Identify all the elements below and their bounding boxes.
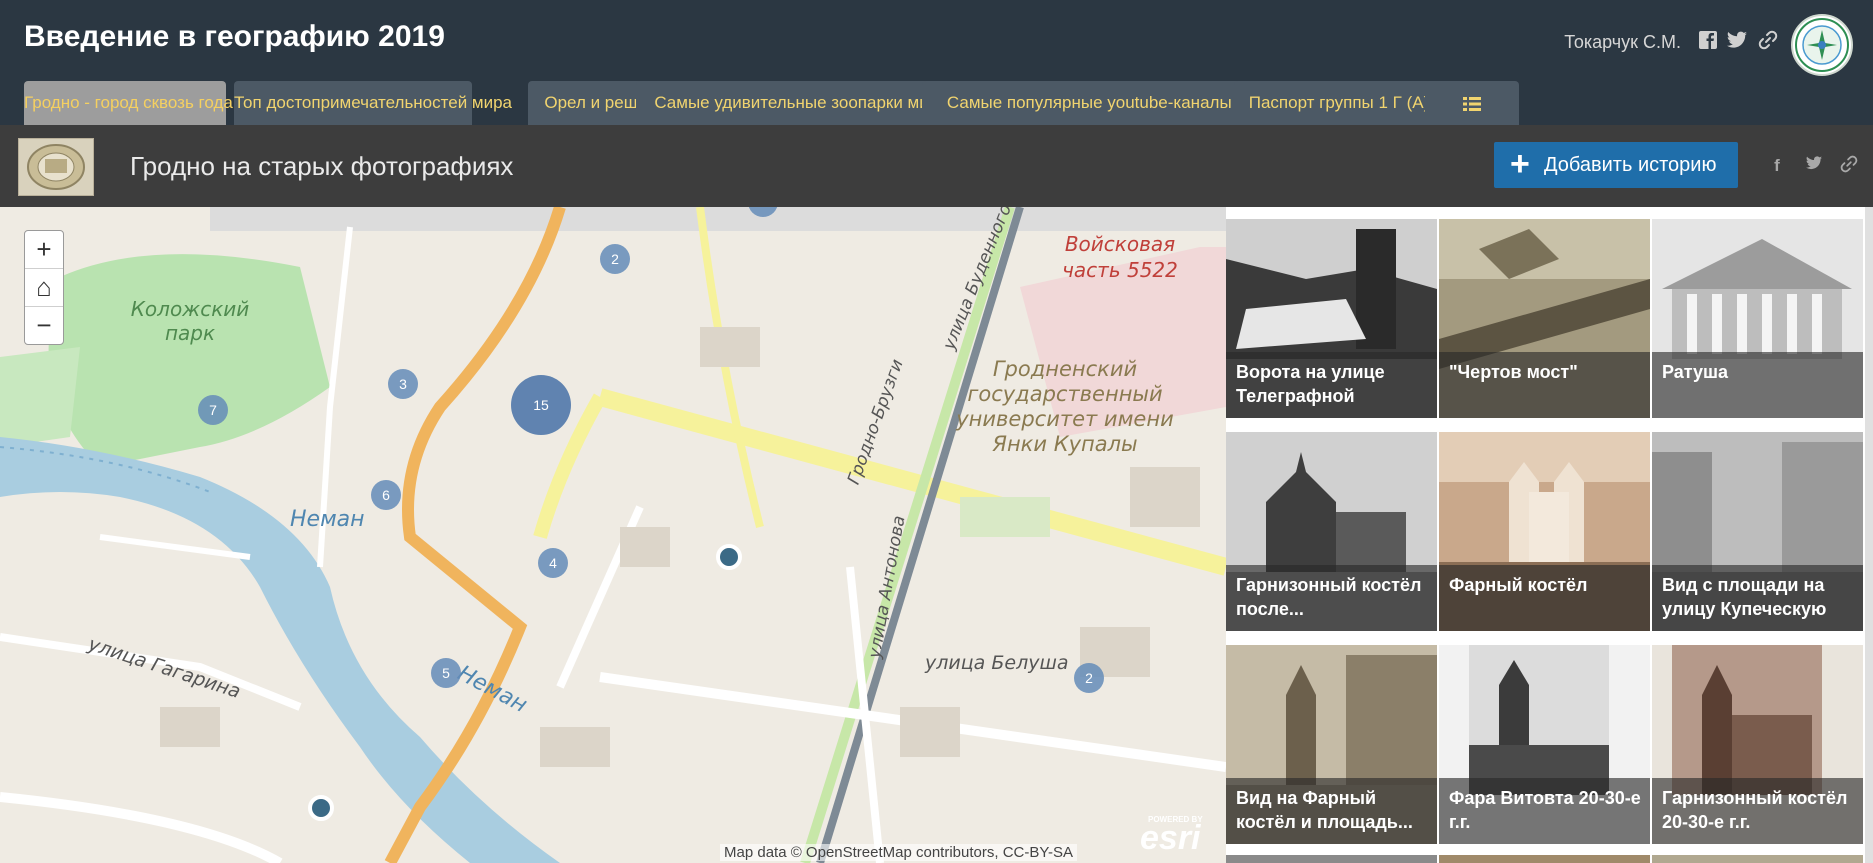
gallery-tile[interactable] bbox=[1652, 855, 1863, 863]
gallery-tile[interactable]: Фара Витовта 20-30-е г.г. bbox=[1439, 645, 1650, 844]
zoom-in-button[interactable]: + bbox=[25, 231, 63, 269]
gallery-tile[interactable]: Ворота на улице Телеграфной bbox=[1226, 219, 1437, 418]
map-cluster[interactable]: 5 bbox=[423, 650, 469, 696]
story-gallery: Ворота на улице Телеграфной "Чертов мост… bbox=[1226, 207, 1873, 863]
gallery-tile[interactable] bbox=[1439, 855, 1650, 863]
gallery-scrollbar[interactable] bbox=[1865, 207, 1873, 863]
map-zoom-controls: + ⌂ − bbox=[24, 230, 64, 345]
map-marker[interactable] bbox=[308, 795, 334, 821]
facebook-icon[interactable]: f bbox=[1766, 155, 1788, 177]
story-logo bbox=[18, 138, 94, 196]
map-label-street-belush: улица Белуша bbox=[925, 652, 1069, 674]
map-cluster[interactable]: 15 bbox=[501, 365, 581, 445]
gallery-caption: Гарнизонный костёл после... bbox=[1236, 575, 1422, 619]
gallery-tile[interactable]: Гарнизонный костёл 20-30-е г.г. bbox=[1652, 645, 1863, 844]
story-header: Гродно на старых фотографиях + Добавить … bbox=[0, 125, 1873, 207]
gallery-tile[interactable]: "Чертов мост" bbox=[1439, 219, 1650, 418]
school-logo bbox=[1791, 14, 1853, 76]
map-cluster[interactable]: 2 bbox=[592, 236, 638, 282]
twitter-icon[interactable] bbox=[1803, 155, 1825, 177]
map-label-military: Войсковая часть 5522 bbox=[1062, 232, 1178, 282]
link-icon[interactable] bbox=[1757, 30, 1779, 52]
tab-more-list[interactable] bbox=[1425, 81, 1519, 125]
gallery-tile[interactable] bbox=[1226, 855, 1437, 863]
twitter-icon[interactable] bbox=[1726, 30, 1748, 52]
tab-grodno[interactable]: Гродно - город сквозь года bbox=[24, 81, 233, 125]
gallery-caption: Ворота на улице Телеграфной bbox=[1236, 362, 1385, 406]
gallery-caption: Ратуша bbox=[1662, 362, 1729, 382]
esri-logo: esri bbox=[1140, 819, 1201, 857]
gallery-caption: Фарный костёл bbox=[1449, 575, 1588, 595]
map-marker[interactable] bbox=[716, 544, 742, 570]
gallery-tile[interactable]: Гарнизонный костёл после... bbox=[1226, 432, 1437, 631]
tab-zoos[interactable]: Самые удивительные зоопарки мира bbox=[636, 81, 966, 125]
map-cluster[interactable]: 3 bbox=[380, 361, 426, 407]
app-header: Введение в географию 2019 Токарчук С.М. … bbox=[0, 0, 1873, 125]
list-icon bbox=[1463, 96, 1481, 111]
gallery-tile[interactable]: Вид на Фарный костёл и площадь... bbox=[1226, 645, 1437, 844]
gallery-caption: Гарнизонный костёл 20-30-е г.г. bbox=[1662, 788, 1848, 832]
tab-top-sights[interactable]: Топ достопримечательностей мира bbox=[234, 81, 512, 125]
plus-icon: + bbox=[1510, 145, 1530, 183]
app-title: Введение в географию 2019 bbox=[24, 20, 445, 53]
gallery-caption: Вид с площади на улицу Купеческую bbox=[1662, 575, 1827, 619]
tab-group-passport[interactable]: Паспорт группы 1 Г (А) bbox=[1234, 81, 1444, 125]
map-label-river: Неман bbox=[290, 507, 365, 532]
link-icon[interactable] bbox=[1838, 155, 1860, 177]
gallery-caption: "Чертов мост" bbox=[1449, 362, 1578, 382]
gallery-caption: Вид на Фарный костёл и площадь... bbox=[1236, 788, 1413, 832]
map-cluster[interactable]: 4 bbox=[530, 540, 576, 586]
map-cluster[interactable]: 7 bbox=[190, 387, 236, 433]
map-cluster[interactable]: 6 bbox=[363, 472, 409, 518]
zoom-out-button[interactable]: − bbox=[25, 307, 63, 344]
map-attribution: Map data © OpenStreetMap contributors, C… bbox=[720, 844, 1077, 861]
gallery-tile[interactable]: Фарный костёл bbox=[1439, 432, 1650, 631]
map-label-university: Гродненский государственный университет … bbox=[956, 357, 1174, 456]
gallery-caption: Фара Витовта 20-30-е г.г. bbox=[1449, 788, 1641, 832]
author-name: Токарчук С.М. bbox=[1564, 32, 1681, 52]
gallery-tile[interactable]: Ратуша bbox=[1652, 219, 1863, 418]
map-cluster[interactable]: 2 bbox=[1066, 655, 1112, 701]
map-label-park: Коложский парк bbox=[130, 297, 250, 345]
home-button[interactable]: ⌂ bbox=[25, 269, 63, 307]
gallery-tile[interactable]: Вид с площади на улицу Купеческую bbox=[1652, 432, 1863, 631]
facebook-icon[interactable] bbox=[1697, 30, 1719, 52]
add-story-button[interactable]: + Добавить историю bbox=[1494, 142, 1738, 188]
story-title: Гродно на старых фотографиях bbox=[130, 151, 514, 181]
map-view[interactable]: Коложский парк Неман Неман Войсковая час… bbox=[0, 207, 1226, 863]
